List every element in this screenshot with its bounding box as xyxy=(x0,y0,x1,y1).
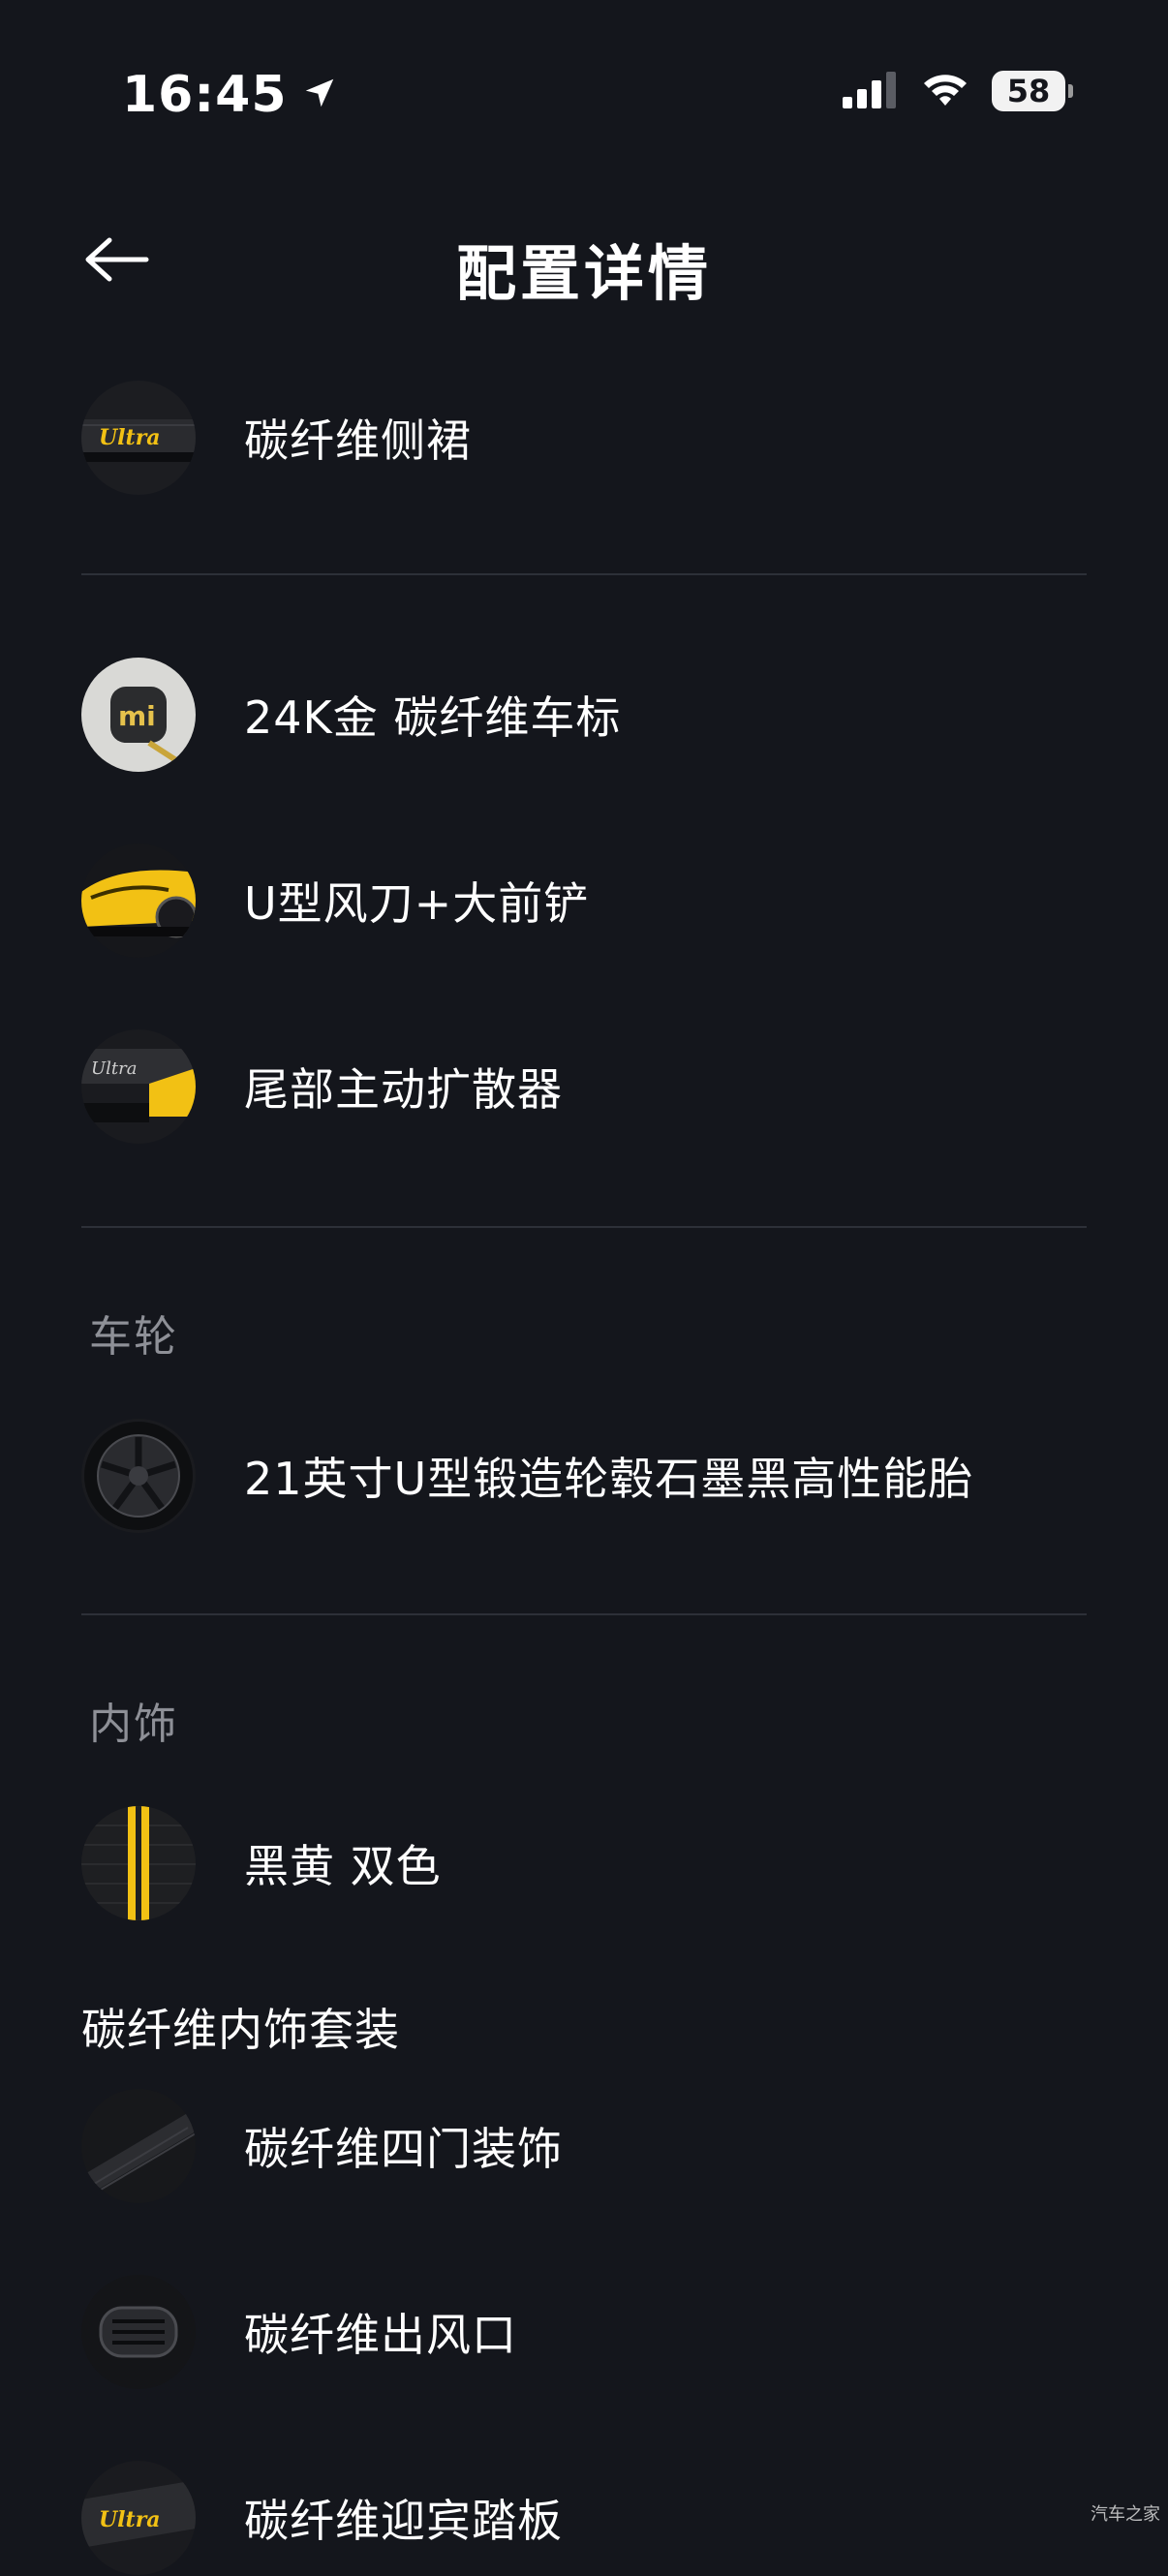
air-vent-icon xyxy=(81,2275,196,2389)
black-yellow-swatch-icon xyxy=(81,1806,196,1920)
watermark: 汽车之家 xyxy=(1091,2504,1160,2525)
front-splitter-icon xyxy=(81,843,196,958)
list-item-rear-diffuser[interactable]: Ultra 尾部主动扩散器 xyxy=(81,1028,1087,1145)
list-item-carbon-side-skirt[interactable]: Ultra 碳纤维侧裙 xyxy=(81,380,1087,496)
item-label: 24K金 碳纤维车标 xyxy=(244,691,622,744)
item-label: 碳纤维出风口 xyxy=(244,2309,517,2361)
item-label: 碳纤维侧裙 xyxy=(244,414,472,467)
status-icons: 58 xyxy=(843,70,1073,112)
svg-text:Ultra: Ultra xyxy=(99,2507,161,2532)
wheel-icon xyxy=(81,1419,196,1533)
list-item-door-trim[interactable]: 碳纤维四门装饰 xyxy=(81,2088,1087,2204)
divider xyxy=(81,1226,1087,1228)
carbon-pack-title: 碳纤维内饰套装 xyxy=(81,2004,400,2056)
item-label: U型风刀+大前铲 xyxy=(244,877,590,930)
nav-bar: 配置详情 xyxy=(0,194,1168,329)
gold-logo-icon: mi xyxy=(81,658,196,772)
divider xyxy=(81,1613,1087,1615)
carbon-side-skirt-icon: Ultra xyxy=(81,381,196,495)
time-text: 16:45 xyxy=(122,66,288,124)
item-label: 21英寸U型锻造轮毂石墨黑高性能胎 xyxy=(244,1453,974,1505)
location-arrow-icon xyxy=(301,66,338,124)
list-item-black-yellow[interactable]: 黑黄 双色 xyxy=(81,1805,1087,1921)
svg-text:Ultra: Ultra xyxy=(91,1058,138,1079)
list-item-front-splitter[interactable]: U型风刀+大前铲 xyxy=(81,843,1087,959)
item-label: 黑黄 双色 xyxy=(244,1840,442,1892)
status-bar: 16:45 58 xyxy=(0,0,1168,194)
door-trim-icon xyxy=(81,2089,196,2203)
battery-indicator: 58 xyxy=(992,71,1073,111)
list-item-wheel[interactable]: 21英寸U型锻造轮毂石墨黑高性能胎 xyxy=(81,1418,1087,1534)
item-label: 碳纤维四门装饰 xyxy=(244,2123,563,2175)
cellular-signal-icon xyxy=(843,70,899,112)
rear-diffuser-icon: Ultra xyxy=(81,1029,196,1144)
list-item-gold-logo[interactable]: mi 24K金 碳纤维车标 xyxy=(81,657,1087,773)
list-item-air-vent[interactable]: 碳纤维出风口 xyxy=(81,2274,1087,2390)
section-header-wheels: 车轮 xyxy=(89,1312,178,1362)
section-header-interior: 内饰 xyxy=(89,1700,178,1749)
divider xyxy=(81,573,1087,575)
wifi-icon xyxy=(920,70,970,112)
status-time: 16:45 xyxy=(122,66,338,124)
item-label: 尾部主动扩散器 xyxy=(244,1063,563,1116)
page-title: 配置详情 xyxy=(455,238,712,309)
list-item-door-sill[interactable]: Ultra 碳纤维迎宾踏板 xyxy=(81,2460,1087,2576)
item-label: 碳纤维迎宾踏板 xyxy=(244,2495,563,2547)
door-sill-icon: Ultra xyxy=(81,2461,196,2575)
battery-level: 58 xyxy=(1006,73,1051,109)
svg-text:mi: mi xyxy=(118,700,156,732)
svg-text:Ultra: Ultra xyxy=(99,425,161,450)
